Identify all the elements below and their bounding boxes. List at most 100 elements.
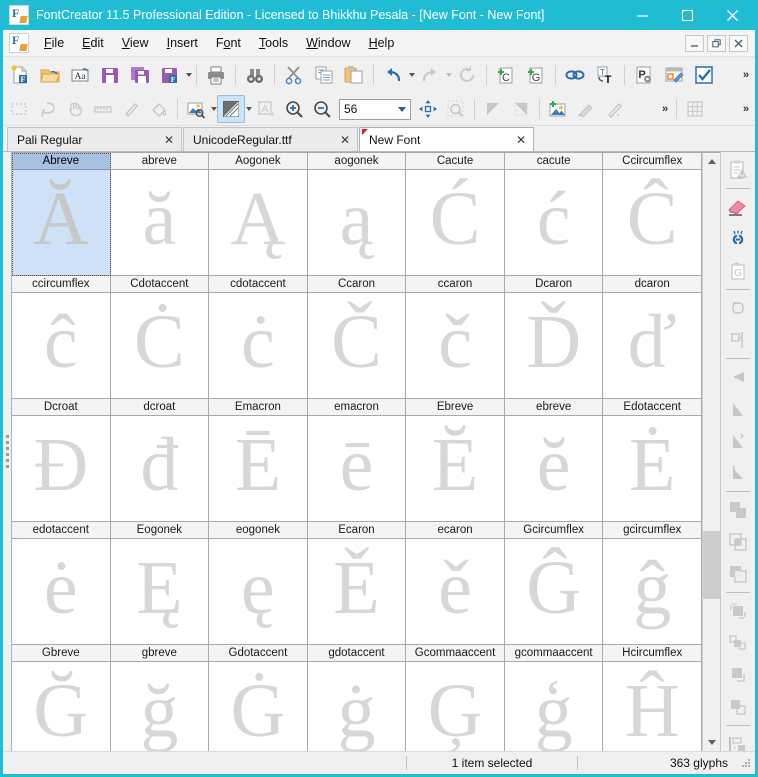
save-as-dropdown-caret[interactable] <box>186 73 192 77</box>
glyph-cell[interactable]: eogonek ę <box>209 522 308 645</box>
main-toolbar-overflow-button[interactable]: » <box>737 62 753 88</box>
left-panel-splitter[interactable] <box>3 152 12 751</box>
close-button[interactable] <box>710 0 755 30</box>
union-shapes-icon <box>722 494 754 526</box>
fit-arrows-icon[interactable] <box>414 95 442 123</box>
dock-separator <box>726 358 750 359</box>
scissors-icon[interactable] <box>279 60 309 90</box>
glyph-cell[interactable]: Hcircumflex Ĥ <box>603 645 702 751</box>
glyph-cell[interactable]: cacute ć <box>504 153 604 276</box>
menu-file[interactable]: File <box>35 32 73 54</box>
eraser-icon[interactable] <box>722 191 754 223</box>
broken-link-icon[interactable] <box>722 223 754 255</box>
undo-arrow-icon[interactable] <box>378 60 408 90</box>
menu-view[interactable]: View <box>113 32 158 54</box>
redo-arrow-icon[interactable] <box>415 60 445 90</box>
save-as-icon[interactable]: F <box>155 60 185 90</box>
glyph-cell[interactable]: Aogonek Ą <box>209 153 308 276</box>
glyph-cell[interactable]: Emacron Ē <box>209 399 308 522</box>
save-disk-icon[interactable] <box>95 60 125 90</box>
glyph-cell[interactable]: abreve ă <box>110 153 210 276</box>
glyph-grid-scrollbar[interactable] <box>702 153 720 751</box>
glyph-cell[interactable]: Abreve Ă <box>12 153 111 276</box>
glyph-cell[interactable]: aogonek ą <box>307 153 407 276</box>
mdi-restore-button[interactable] <box>707 34 726 52</box>
contrast-fill-icon[interactable] <box>217 95 245 123</box>
menu-help[interactable]: Help <box>360 32 404 54</box>
copy-icon[interactable] <box>309 60 339 90</box>
open-folder-icon[interactable] <box>35 60 65 90</box>
zoom-in-icon[interactable] <box>280 95 308 123</box>
zoom-out-icon[interactable] <box>308 95 336 123</box>
tab-close-icon[interactable]: ✕ <box>163 134 175 146</box>
tab-pali-regular[interactable]: Pali Regular ✕ <box>7 127 182 151</box>
add-c-glyph-icon[interactable]: C <box>491 60 521 90</box>
scroll-down-button[interactable] <box>703 734 720 751</box>
binoculars-icon[interactable] <box>240 60 270 90</box>
maximize-button[interactable] <box>665 0 710 30</box>
glyph-cell[interactable]: gbreve ğ <box>110 645 210 751</box>
scroll-up-button[interactable] <box>703 153 720 170</box>
mdi-close-button[interactable] <box>729 34 748 52</box>
glyph-cell[interactable]: ccaron č <box>406 276 505 399</box>
edit-toolbar-overflow-button[interactable]: » <box>656 96 672 122</box>
glyph-cell[interactable]: ccircumflex ĉ <box>12 276 111 399</box>
glyph-cell[interactable]: Ccircumflex Ĉ <box>603 153 702 276</box>
scrollbar-thumb[interactable] <box>703 530 720 599</box>
zoom-level-combo[interactable]: 56 <box>339 98 411 120</box>
glyph-cell[interactable]: Eogonek Ę <box>110 522 210 645</box>
tab-new-font[interactable]: New Font ✕ <box>359 127 534 151</box>
chain-link-icon[interactable] <box>560 60 590 90</box>
glyph-cell[interactable]: gcommaaccent ģ <box>504 645 604 751</box>
scrollbar-track[interactable] <box>703 170 720 734</box>
menu-tools[interactable]: Tools <box>250 32 297 54</box>
glyph-cell[interactable]: Ebreve Ĕ <box>406 399 505 522</box>
toolbar-separator <box>676 99 677 119</box>
glyph-cell[interactable]: gdotaccent ġ <box>307 645 407 751</box>
tab-close-icon[interactable]: ✕ <box>515 134 527 146</box>
glyph-cell[interactable]: Cacute Ć <box>406 153 505 276</box>
glyph-cell[interactable]: Cdotaccent Ċ <box>110 276 210 399</box>
checkmark-icon[interactable] <box>689 60 719 90</box>
glyph-cell[interactable]: dcroat đ <box>110 399 210 522</box>
minimize-button[interactable] <box>620 0 665 30</box>
glyph-cell[interactable]: ecaron ě <box>406 522 505 645</box>
printer-icon[interactable] <box>201 60 231 90</box>
tab-unicode-regular[interactable]: UnicodeRegular.ttf ✕ <box>183 127 358 151</box>
menu-edit[interactable]: Edit <box>73 32 113 54</box>
transform-text-icon[interactable]: T T <box>590 60 620 90</box>
aa-text-icon[interactable]: Aa <box>65 60 95 90</box>
glyph-cell[interactable]: edotaccent ė <box>12 522 111 645</box>
properties-gear-icon[interactable]: P <box>629 60 659 90</box>
glyph-cell[interactable]: Ecaron Ě <box>307 522 407 645</box>
glyph-cell[interactable]: gcircumflex ĝ <box>603 522 702 645</box>
menu-insert[interactable]: Insert <box>158 32 207 54</box>
glyph-cell[interactable]: Dcaron Ď <box>504 276 604 399</box>
glyph-cell[interactable]: Gcommaaccent Ģ <box>406 645 505 751</box>
glyph-cell[interactable]: Gbreve Ğ <box>12 645 111 751</box>
edit-pencil-form-icon[interactable] <box>659 60 689 90</box>
tab-close-icon[interactable]: ✕ <box>339 134 351 146</box>
glyph-cell[interactable]: Gcircumflex Ĝ <box>504 522 604 645</box>
paste-icon[interactable] <box>339 60 369 90</box>
add-g-glyph-icon[interactable]: G <box>521 60 551 90</box>
resize-grip-icon[interactable] <box>740 757 752 769</box>
glyph-cell[interactable]: ebreve ĕ <box>504 399 604 522</box>
glyph-grid[interactable]: Abreve Ăabreve ă Aogonek Ąaogonek ą Cacute Ćcac… <box>12 153 702 751</box>
glyph-cell[interactable]: Gdotaccent Ġ <box>209 645 308 751</box>
new-font-icon[interactable]: F <box>5 60 35 90</box>
mdi-minimize-button[interactable] <box>685 34 704 52</box>
add-image-icon[interactable] <box>544 95 572 123</box>
chevron-down-icon[interactable] <box>393 100 410 119</box>
menu-window[interactable]: Window <box>297 32 359 54</box>
glyph-cell[interactable]: emacron ē <box>307 399 407 522</box>
menu-font[interactable]: Font <box>207 32 250 54</box>
glyph-cell[interactable]: Ccaron Č <box>307 276 407 399</box>
glyph-cell[interactable]: Dcroat Đ <box>12 399 111 522</box>
glyph-cell[interactable]: dcaron ď <box>603 276 702 399</box>
glyph-cell[interactable]: Edotaccent Ė <box>603 399 702 522</box>
save-all-icon[interactable] <box>125 60 155 90</box>
glyph-cell[interactable]: cdotaccent ċ <box>209 276 308 399</box>
image-search-icon[interactable] <box>182 95 210 123</box>
panel-overflow-button[interactable]: » <box>737 96 753 122</box>
